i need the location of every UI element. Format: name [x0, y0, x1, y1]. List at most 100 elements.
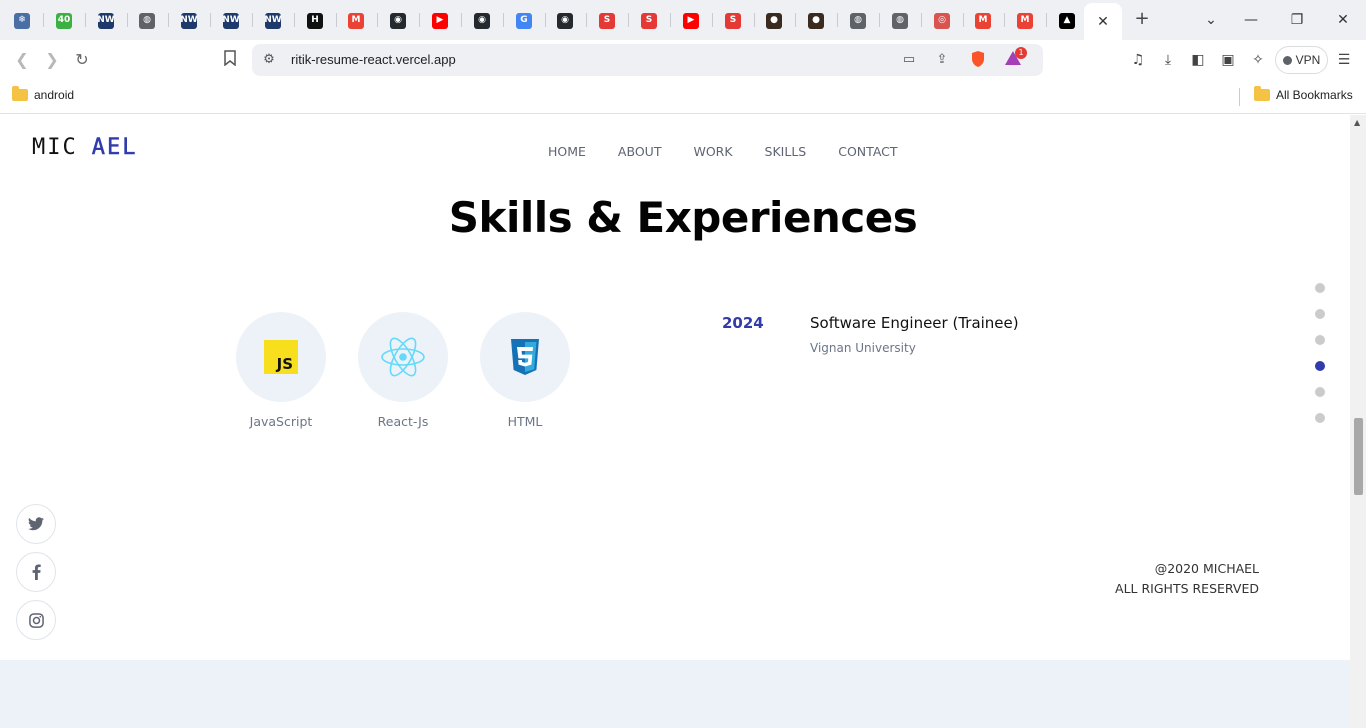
new-tab-button[interactable]: +: [1132, 9, 1152, 29]
skill-icon-circle: [358, 312, 448, 402]
tab-separator: [336, 13, 337, 27]
browser-tab[interactable]: ◍: [885, 7, 915, 34]
browser-tab[interactable]: H: [300, 7, 330, 34]
back-button[interactable]: ❮: [11, 50, 33, 72]
nav-link-about[interactable]: ABOUT: [618, 144, 662, 159]
page-scrollbar[interactable]: ▲: [1350, 115, 1366, 728]
active-tab[interactable]: ✕: [1084, 3, 1122, 40]
tab-separator: [879, 13, 880, 27]
browser-tab[interactable]: ◉: [383, 7, 413, 34]
browser-tab[interactable]: NW: [174, 7, 204, 34]
forward-button[interactable]: ❯: [41, 50, 63, 72]
experience-title: Software Engineer (Trainee): [810, 314, 1019, 332]
cast-icon[interactable]: ▭: [899, 50, 919, 70]
tab-separator: [127, 13, 128, 27]
share-icon[interactable]: ⇪: [932, 50, 952, 70]
browser-tab[interactable]: ●: [801, 7, 831, 34]
restore-button[interactable]: ❐: [1285, 8, 1309, 32]
skill-item-javascript: JS JavaScript: [226, 312, 336, 429]
browser-tab[interactable]: ◉: [550, 7, 580, 34]
bookmark-folder-label: android: [34, 88, 75, 102]
tab-separator: [921, 13, 922, 27]
download-icon[interactable]: ⤓: [1158, 50, 1178, 70]
youtube-tab-icon: ▶: [683, 12, 699, 29]
browser-tab[interactable]: S: [592, 7, 622, 34]
browser-tab[interactable]: ▶: [676, 7, 706, 34]
dot-nav-about[interactable]: [1315, 309, 1325, 319]
twitter-button[interactable]: [16, 504, 56, 544]
site-info-icon[interactable]: ⚙: [259, 50, 279, 70]
menu-icon[interactable]: ☰: [1334, 50, 1354, 70]
nxtwave-tab-icon: NW: [97, 12, 115, 29]
browser-tab[interactable]: S: [634, 7, 664, 34]
nav-link-skills[interactable]: SKILLS: [765, 144, 807, 159]
nav-link-work[interactable]: WORK: [693, 144, 732, 159]
css3-icon: [511, 339, 539, 375]
nxtwave-tab-icon: NW: [222, 12, 240, 29]
bookmark-folder-android[interactable]: android: [12, 86, 75, 102]
vpn-button[interactable]: VPN: [1275, 46, 1328, 74]
react-icon: [381, 337, 425, 377]
close-window-button[interactable]: ✕: [1331, 8, 1355, 32]
dot-nav-skills[interactable]: [1315, 361, 1325, 371]
browser-tab[interactable]: G: [509, 7, 539, 34]
browser-tab[interactable]: ◎: [927, 7, 957, 34]
site-logo[interactable]: MIC AEL: [32, 135, 138, 161]
nav-link-home[interactable]: HOME: [548, 144, 586, 159]
browser-tab[interactable]: S: [718, 7, 748, 34]
skill-name: JavaScript: [249, 414, 313, 429]
bookmarks-bar: android All Bookmarks: [0, 80, 1366, 114]
folder-icon: [12, 86, 28, 101]
nav-link-contact[interactable]: CONTACT: [838, 144, 897, 159]
copyright-block: @2020 MICHAEL ALL RIGHTS RESERVED: [1115, 559, 1259, 599]
vpn-status-icon: [1282, 55, 1292, 65]
browser-tab[interactable]: ❄: [7, 7, 37, 34]
browser-tab[interactable]: M: [341, 7, 371, 34]
media-icon[interactable]: ♫: [1128, 50, 1148, 70]
wallet-icon[interactable]: ▣: [1218, 50, 1238, 70]
close-tab-icon[interactable]: ✕: [1097, 14, 1109, 30]
all-bookmarks-button[interactable]: All Bookmarks: [1254, 86, 1353, 102]
url-text[interactable]: ritik-resume-react.vercel.app: [291, 52, 456, 67]
tab-search-chevron-icon[interactable]: ⌄: [1199, 8, 1223, 32]
browser-tab[interactable]: M: [1010, 7, 1040, 34]
dot-nav-contact[interactable]: [1315, 413, 1325, 423]
browser-tab[interactable]: NW: [91, 7, 121, 34]
browser-tab[interactable]: ◍: [132, 7, 162, 34]
browser-tab[interactable]: 40: [49, 7, 79, 34]
browser-tab[interactable]: ◍: [843, 7, 873, 34]
address-bar[interactable]: ⚙ ritik-resume-react.vercel.app ▭ ⇪ 1: [252, 44, 1043, 76]
bookmark-icon[interactable]: [219, 50, 241, 72]
browser-tab[interactable]: ●: [759, 7, 789, 34]
browser-tab[interactable]: M: [968, 7, 998, 34]
tab-separator: [628, 13, 629, 27]
nxtwave-tab-icon: NW: [264, 12, 282, 29]
shield-tab-icon: ◎: [934, 12, 950, 29]
facebook-button[interactable]: [16, 552, 56, 592]
scroll-up-arrow-icon[interactable]: ▲: [1354, 118, 1360, 127]
browser-tab[interactable]: ▲: [1052, 7, 1082, 34]
leo-ai-icon[interactable]: ✧: [1248, 50, 1268, 70]
sidebar-icon[interactable]: ◧: [1188, 50, 1208, 70]
experience-company: Vignan University: [810, 341, 916, 355]
vpn-label: VPN: [1295, 53, 1321, 67]
minimize-button[interactable]: —: [1239, 8, 1263, 32]
browser-tab[interactable]: ▶: [425, 7, 455, 34]
scroll-thumb[interactable]: [1354, 418, 1363, 495]
brave-shield-icon[interactable]: [968, 50, 988, 70]
browser-tab[interactable]: ◉: [467, 7, 497, 34]
instagram-button[interactable]: [16, 600, 56, 640]
dot-nav-testimonial[interactable]: [1315, 387, 1325, 397]
globe-tab-icon: ◍: [850, 12, 866, 29]
reload-button[interactable]: ↻: [71, 50, 93, 72]
dot-nav-work[interactable]: [1315, 335, 1325, 345]
browser-tab[interactable]: NW: [258, 7, 288, 34]
browser-tab[interactable]: NW: [216, 7, 246, 34]
facebook-icon: [32, 564, 41, 580]
github-tab-icon: ◉: [557, 12, 573, 29]
gmail-tab-icon: M: [975, 12, 991, 29]
dot-nav-home[interactable]: [1315, 283, 1325, 293]
skill-icon-circle: JS: [236, 312, 326, 402]
snowflake-tab-icon: ❄: [14, 12, 30, 29]
tab-separator: [545, 13, 546, 27]
